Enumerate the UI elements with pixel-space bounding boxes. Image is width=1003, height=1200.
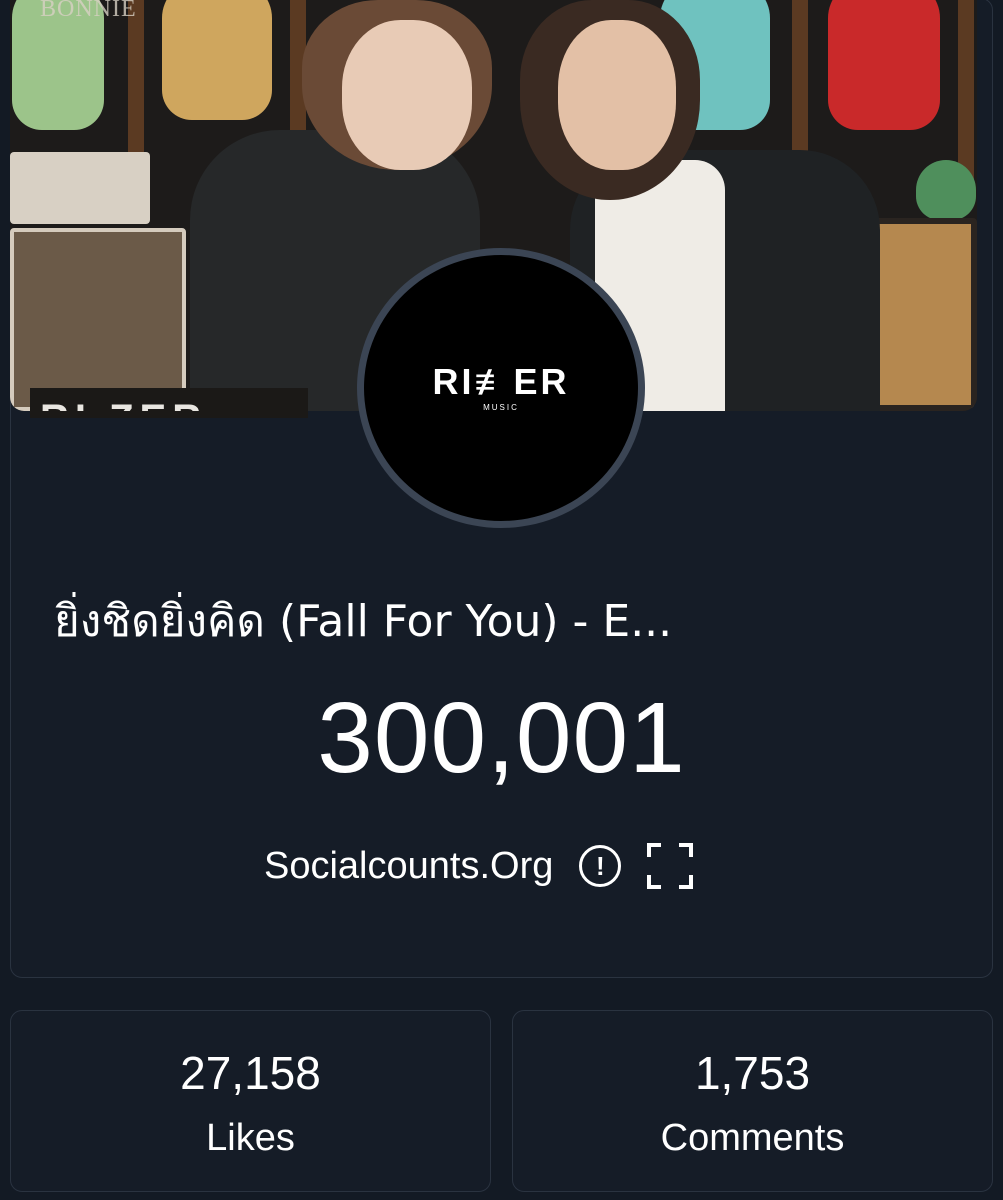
guitar-shape — [916, 160, 976, 220]
amp-shape — [10, 228, 186, 411]
amp-shape — [10, 152, 150, 224]
channel-logo-subtext: MUSIC — [483, 403, 519, 412]
likes-label: Likes — [206, 1117, 295, 1159]
fullscreen-corner — [679, 875, 694, 889]
fullscreen-corner — [647, 843, 662, 857]
info-icon[interactable]: ! — [579, 845, 622, 887]
person-left-face — [342, 20, 472, 170]
likes-card: 27,158 Likes — [10, 1010, 491, 1192]
banner-partial-text: RI ZER — [40, 399, 207, 411]
fullscreen-icon[interactable] — [647, 843, 694, 889]
channel-avatar[interactable]: RI≢ER MUSIC — [357, 248, 645, 528]
fullscreen-corner — [679, 843, 694, 857]
comments-label: Comments — [660, 1117, 845, 1159]
source-link[interactable]: Socialcounts.Org — [264, 845, 553, 888]
comments-count: 1,753 — [694, 1047, 811, 1099]
guitar-shape — [162, 0, 272, 120]
guitar-shape — [828, 0, 940, 130]
person-right-face — [558, 20, 676, 170]
banner-watermark: BONNIE — [40, 0, 137, 22]
view-count: 300,001 — [317, 682, 686, 794]
likes-count: 27,158 — [180, 1047, 321, 1099]
channel-logo-text: RI≢ER — [432, 361, 570, 402]
video-title: ยิ่งชิดยิ่งคิด (Fall For You) - E... — [54, 596, 673, 647]
info-glyph: ! — [596, 851, 605, 881]
comments-card: 1,753 Comments — [512, 1010, 993, 1192]
fullscreen-corner — [647, 875, 662, 889]
source-row: Socialcounts.Org ! — [264, 840, 694, 892]
